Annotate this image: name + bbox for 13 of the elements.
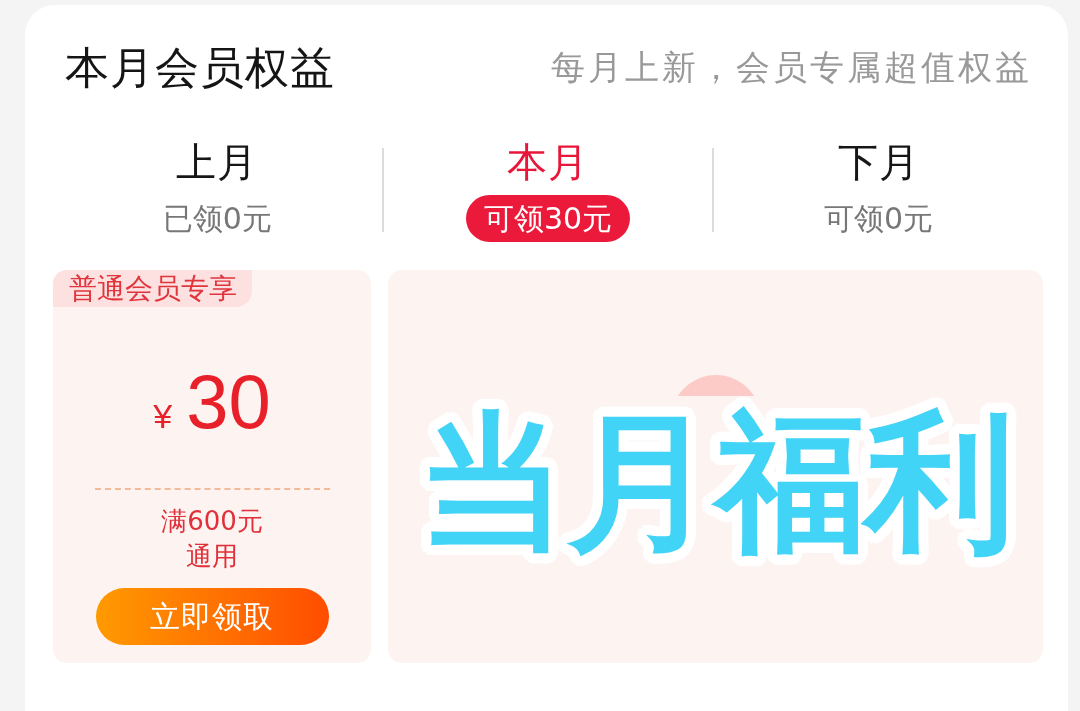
currency-symbol: ¥	[153, 396, 173, 437]
month-tab[interactable]: 下月 可领0元	[806, 138, 952, 242]
coupon-condition: 满600元通用	[160, 505, 264, 573]
section-subtitle: 每月上新，会员专属超值权益	[551, 46, 1032, 89]
coupon-amount: 30	[186, 362, 271, 442]
amount-label: 可领0元	[823, 200, 935, 238]
overlay-caption: 当月福利	[416, 398, 1015, 566]
amount-label: 已领0元	[161, 200, 273, 238]
month-tab[interactable]: 上月 已领0元	[144, 138, 290, 242]
member-badge: 普通会员专享	[53, 270, 252, 307]
month-tab[interactable]: 本月 可领30元	[465, 138, 631, 242]
section-title: 本月会员权益	[65, 40, 335, 95]
amount-label: 可领30元	[465, 195, 631, 242]
